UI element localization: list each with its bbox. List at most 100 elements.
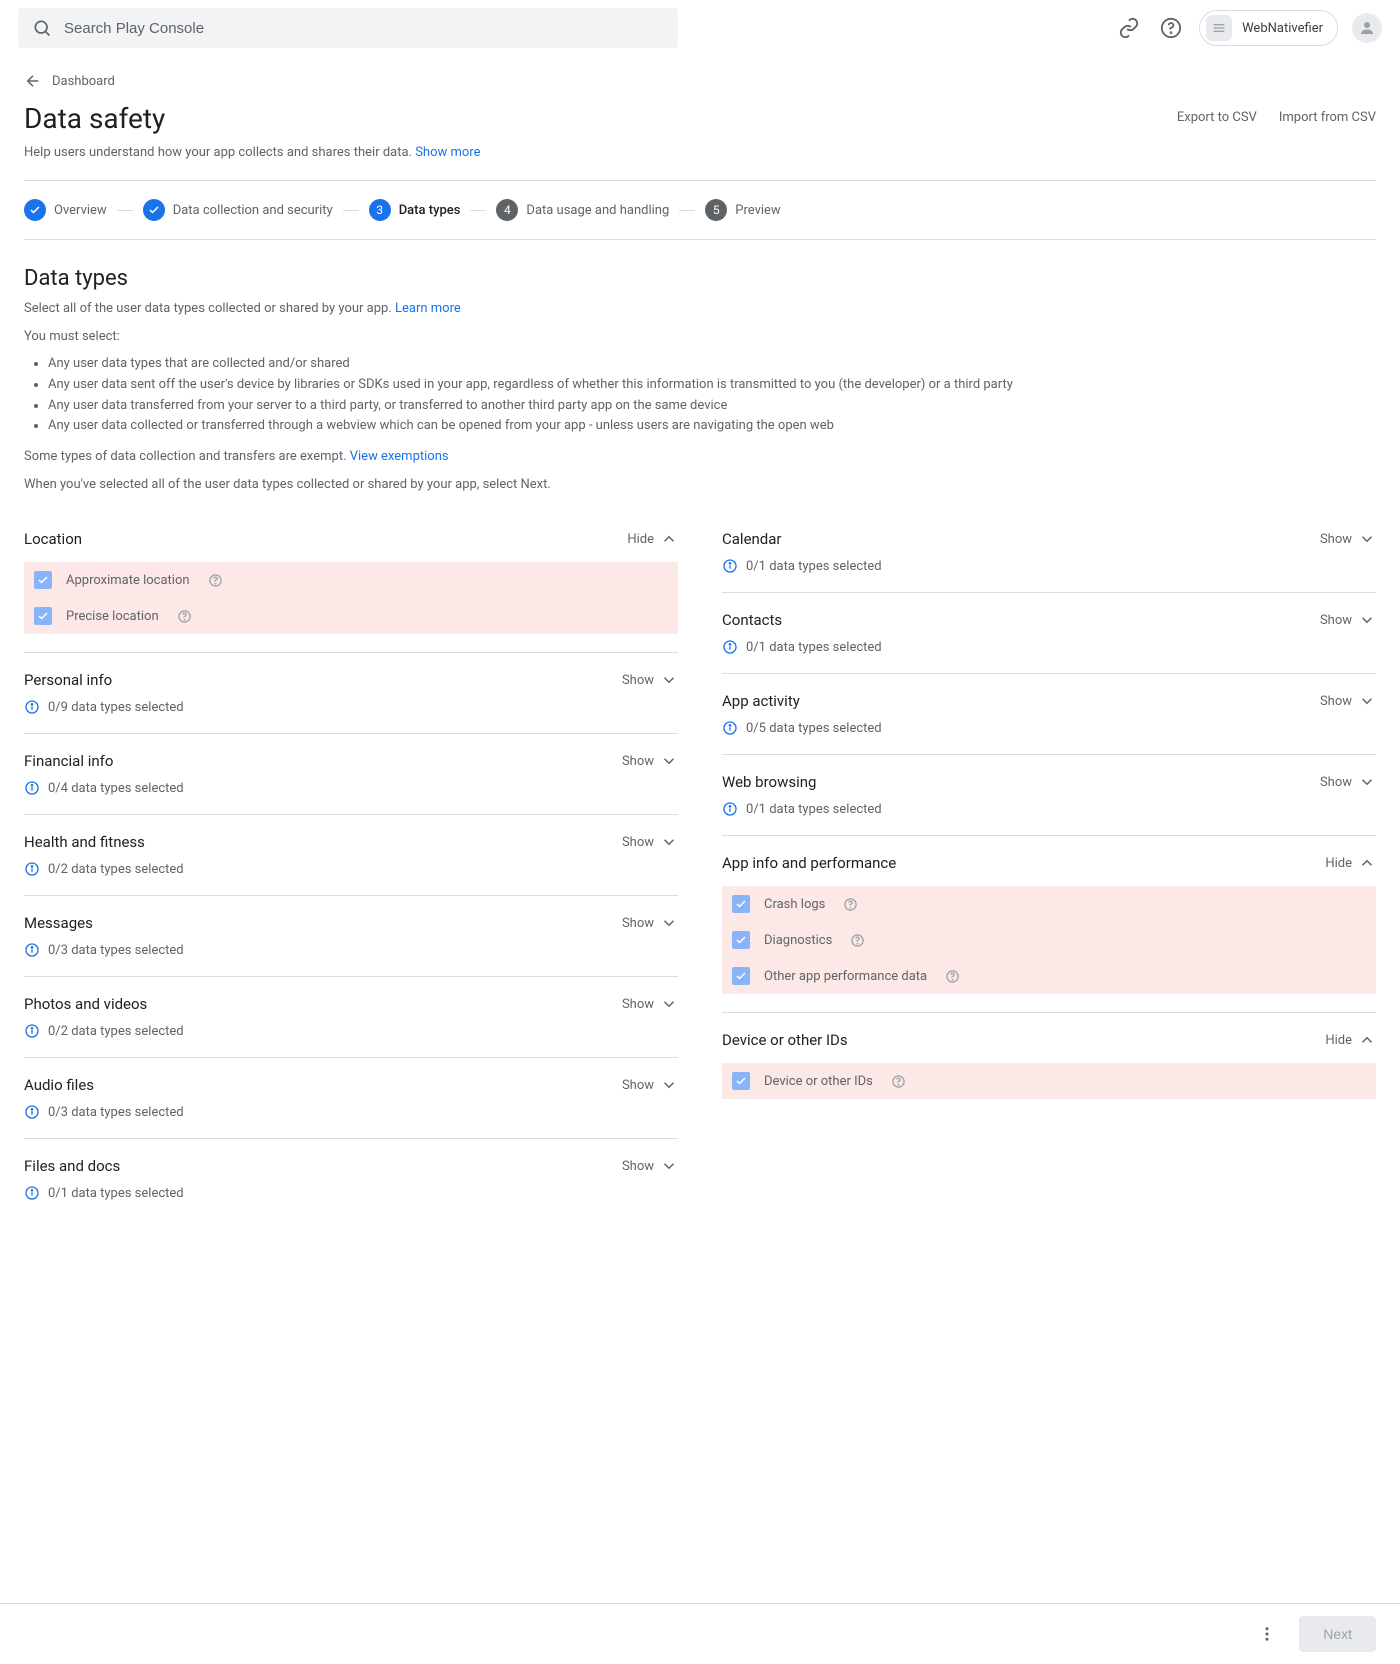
data-type-item[interactable]: Precise location [24,598,678,634]
category-toggle[interactable]: Hide [1325,1031,1376,1049]
category-messages: MessagesShow0/3 data types selected [24,896,678,977]
category-title: Photos and videos [24,995,147,1013]
category-title: Health and fitness [24,833,145,851]
category-status: 0/2 data types selected [24,1023,678,1039]
category-location: LocationHide Approximate locationPrecise … [24,512,678,653]
category-toggle[interactable]: Show [1320,530,1376,548]
category-header[interactable]: CalendarShow [722,530,1376,548]
intro-bullets: Any user data types that are collected a… [48,354,1376,437]
category-header[interactable]: Photos and videos Show [24,995,678,1013]
category-toggle[interactable]: Hide [1325,854,1376,872]
chevron-down-icon [1358,611,1376,629]
search-input[interactable] [64,20,664,37]
show-more-link[interactable]: Show more [415,145,480,160]
category-audio-files: Audio filesShow 0/3 data types selected [24,1058,678,1139]
avatar[interactable] [1352,13,1382,43]
chevron-down-icon [660,671,678,689]
category-title: Files and docs [24,1157,120,1175]
data-type-item[interactable]: Approximate location [24,562,678,598]
back-arrow-icon [24,72,42,90]
next-button[interactable]: Next [1299,1616,1376,1652]
step-badge [143,199,165,221]
step-overview[interactable]: Overview [24,199,107,221]
chevron-down-icon [660,833,678,851]
help-icon[interactable] [1157,14,1185,42]
item-label: Crash logs [764,897,825,912]
more-menu-button[interactable] [1251,1618,1283,1650]
data-type-item[interactable]: Diagnostics [722,922,1376,958]
category-photos-and-videos: Photos and videos Show 0/2 data types sele… [24,977,678,1058]
checkbox-icon [732,1072,750,1090]
category-header[interactable]: App info and performance Hide [722,854,1376,872]
category-header[interactable]: Device or other IDsHide [722,1031,1376,1049]
category-header[interactable]: Web browsingShow [722,773,1376,791]
category-header[interactable]: Health and fitness Show [24,833,678,851]
data-type-item[interactable]: Device or other IDs [722,1063,1376,1099]
category-toggle[interactable]: Show [1320,611,1376,629]
category-toggle[interactable]: Show [622,914,678,932]
category-toggle[interactable]: Hide [627,530,678,548]
view-exemptions-link[interactable]: View exemptions [350,449,449,464]
data-type-item[interactable]: Crash logs [722,886,1376,922]
category-status: 0/5 data types selected [722,720,1376,736]
category-status: 0/3 data types selected [24,1104,678,1120]
category-status: 0/9 data types selected [24,699,678,715]
search-box[interactable] [18,8,678,48]
chevron-up-icon [1358,854,1376,872]
category-toggle[interactable]: Show [622,1157,678,1175]
category-files-and-docs: Files and docsShow0/1 data types selecte… [24,1139,678,1219]
intro-p2: You must select: [24,327,1376,347]
category-app-activity: App activity Show 0/5 data types selected [722,674,1376,755]
step-data-types[interactable]: 3Data types [369,199,461,221]
category-financial-info: Financial infoShow0/4 data types selecte… [24,734,678,815]
category-personal-info: Personal infoShow 0/9 data types selected [24,653,678,734]
step-badge [24,199,46,221]
category-toggle[interactable]: Show [622,1076,678,1094]
step-preview[interactable]: 5Preview [705,199,780,221]
category-header[interactable]: ContactsShow [722,611,1376,629]
breadcrumb[interactable]: Dashboard [24,66,1376,100]
category-toggle[interactable]: Show [1320,692,1376,710]
category-title: Messages [24,914,93,932]
chevron-down-icon [660,752,678,770]
category-status: 0/1 data types selected [722,801,1376,817]
category-header[interactable]: Personal infoShow [24,671,678,689]
category-title: App activity [722,692,800,710]
data-type-item[interactable]: Other app performance data [722,958,1376,994]
link-icon[interactable] [1115,14,1143,42]
checkbox-icon [732,931,750,949]
category-device-or-other-ids: Device or other IDsHideDevice or other I… [722,1013,1376,1117]
category-header[interactable]: Audio filesShow [24,1076,678,1094]
intro-bullet: Any user data types that are collected a… [48,354,1376,375]
learn-more-link[interactable]: Learn more [395,301,461,316]
category-toggle[interactable]: Show [1320,773,1376,791]
app-selector[interactable]: WebNativefier [1199,10,1338,46]
category-title: App info and performance [722,854,896,872]
category-header[interactable]: Financial infoShow [24,752,678,770]
category-toggle[interactable]: Show [622,995,678,1013]
category-header[interactable]: App activity Show [722,692,1376,710]
intro-p1: Select all of the user data types collec… [24,299,1376,319]
page-subtitle: Help users understand how your app colle… [24,145,1376,160]
app-name: WebNativefier [1242,21,1323,36]
category-header[interactable]: Messages Show [24,914,678,932]
category-toggle[interactable]: Show [622,833,678,851]
category-items: Approximate locationPrecise location [24,562,678,634]
section-title: Data types [24,266,1376,291]
intro-bullet: Any user data sent off the user's device… [48,375,1376,396]
step-badge: 3 [369,199,391,221]
item-label: Other app performance data [764,969,927,984]
app-thumb-icon [1206,15,1232,41]
import-csv-button[interactable]: Import from CSV [1279,110,1376,125]
chevron-down-icon [660,914,678,932]
category-toggle[interactable]: Show [622,752,678,770]
step-data-usage-and-handling[interactable]: 4Data usage and handling [496,199,669,221]
step-data-collection-and-security[interactable]: Data collection and security [143,199,333,221]
category-header[interactable]: Files and docs Show [24,1157,678,1175]
item-label: Diagnostics [764,933,832,948]
category-items: Crash logs Diagnostics Other app performan… [722,886,1376,994]
category-toggle[interactable]: Show [622,671,678,689]
category-header[interactable]: LocationHide [24,530,678,548]
export-csv-button[interactable]: Export to CSV [1177,110,1257,125]
category-status: 0/1 data types selected [722,558,1376,574]
